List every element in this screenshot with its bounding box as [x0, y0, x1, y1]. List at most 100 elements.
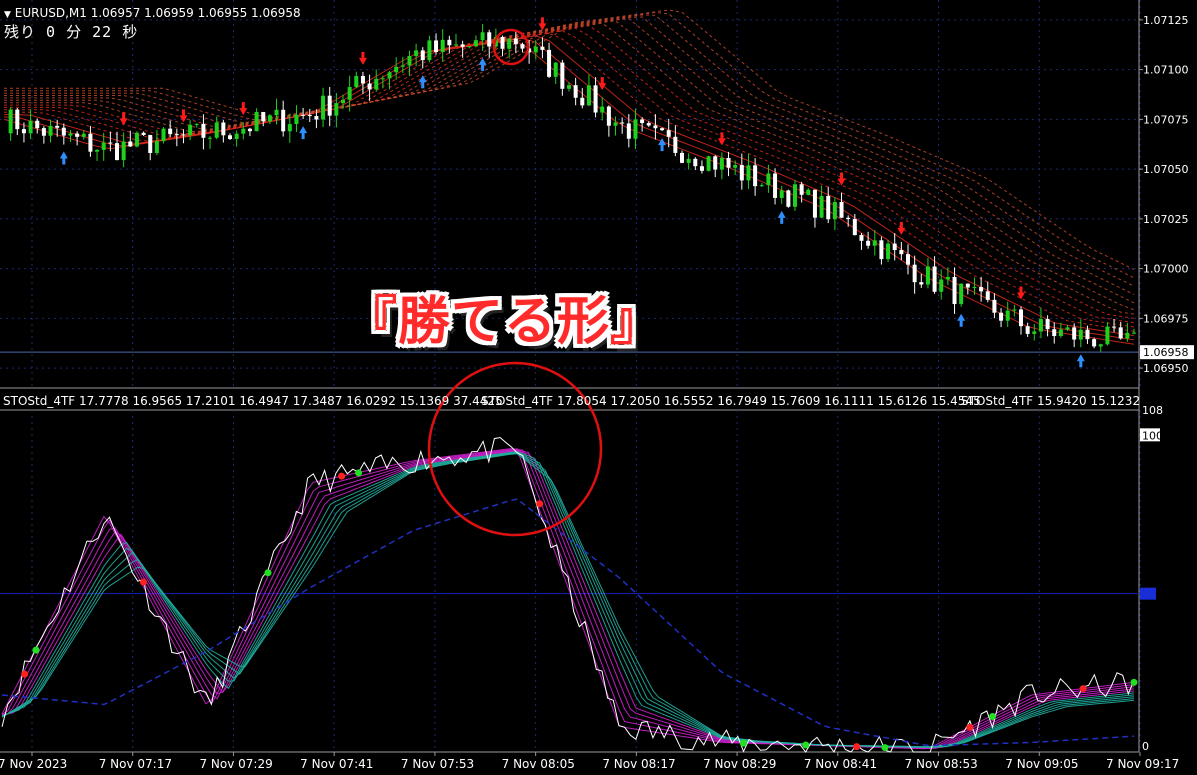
candle-body[interactable] [301, 114, 306, 116]
candle-body[interactable] [646, 123, 651, 126]
candle-body[interactable] [693, 158, 698, 167]
candle-body[interactable] [513, 38, 518, 45]
candle-body[interactable] [500, 36, 505, 49]
candle-body[interactable] [281, 109, 286, 132]
candle-body[interactable] [414, 50, 419, 57]
candle-body[interactable] [626, 123, 631, 139]
candle-body[interactable] [952, 276, 957, 305]
candle-body[interactable] [839, 202, 844, 218]
candle-body[interactable] [454, 44, 458, 46]
dropdown-triangle-icon[interactable]: ▼ [4, 10, 11, 20]
candle-body[interactable] [261, 112, 266, 122]
candle-body[interactable] [547, 49, 552, 77]
candle-body[interactable] [965, 283, 970, 288]
candle-body[interactable] [1078, 329, 1083, 340]
candle-body[interactable] [228, 135, 232, 140]
candle-body[interactable] [699, 166, 704, 171]
candle-body[interactable] [134, 132, 139, 147]
candle-body[interactable] [61, 127, 66, 136]
candle-body[interactable] [1105, 326, 1110, 345]
candle-body[interactable] [168, 128, 173, 135]
candle-body[interactable] [354, 75, 359, 88]
candle-body[interactable] [1045, 319, 1050, 330]
candle-body[interactable] [945, 276, 950, 280]
candle-body[interactable] [287, 124, 292, 132]
candle-body[interactable] [148, 134, 153, 153]
candle-body[interactable] [214, 122, 219, 138]
candle-body[interactable] [533, 46, 538, 53]
candle-body[interactable] [221, 122, 226, 136]
candle-body[interactable] [347, 87, 352, 100]
candle-body[interactable] [81, 133, 86, 137]
candle-body[interactable] [586, 85, 591, 106]
candle-body[interactable] [846, 217, 851, 220]
candle-body[interactable] [108, 142, 113, 144]
candle-body[interactable] [959, 283, 964, 305]
candle-body[interactable] [88, 133, 93, 152]
candle-body[interactable] [128, 141, 133, 147]
candle-body[interactable] [101, 142, 106, 150]
candle-body[interactable] [613, 122, 618, 126]
candle-body[interactable] [1058, 329, 1063, 337]
candle-body[interactable] [41, 128, 46, 136]
candle-body[interactable] [201, 123, 206, 138]
candle-body[interactable] [919, 282, 924, 285]
candle-body[interactable] [580, 97, 585, 106]
candle-body[interactable] [985, 291, 990, 300]
candle-body[interactable] [1098, 344, 1103, 347]
candle-body[interactable] [1052, 329, 1057, 337]
candle-body[interactable] [254, 112, 259, 132]
candle-body[interactable] [194, 123, 199, 125]
candle-body[interactable] [553, 62, 558, 77]
candle-body[interactable] [620, 122, 625, 124]
candle-body[interactable] [567, 85, 571, 89]
candle-body[interactable] [899, 250, 904, 255]
candle-body[interactable] [480, 32, 485, 41]
candle-body[interactable] [746, 165, 751, 181]
candle-body[interactable] [307, 114, 312, 117]
candle-body[interactable] [35, 120, 40, 129]
candle-body[interactable] [866, 240, 871, 246]
candle-body[interactable] [906, 254, 910, 265]
candle-body[interactable] [427, 40, 432, 61]
candle-body[interactable] [759, 185, 764, 187]
candle-body[interactable] [1025, 326, 1030, 334]
candle-body[interactable] [181, 134, 186, 136]
candle-body[interactable] [48, 125, 53, 136]
candle-body[interactable] [274, 109, 279, 116]
candle-body[interactable] [115, 143, 119, 161]
candle-body[interactable] [726, 157, 731, 168]
candle-body[interactable] [267, 115, 272, 122]
candle-body[interactable] [1065, 327, 1070, 330]
candle-body[interactable] [939, 279, 944, 292]
candle-body[interactable] [188, 124, 193, 136]
candle-body[interactable] [1012, 309, 1017, 311]
candle-body[interactable] [999, 312, 1004, 321]
candle-body[interactable] [640, 119, 645, 124]
candle-body[interactable] [573, 85, 578, 98]
candle-body[interactable] [719, 157, 724, 170]
candle-body[interactable] [1125, 332, 1130, 339]
candle-body[interactable] [1005, 310, 1010, 321]
candle-body[interactable] [314, 116, 319, 120]
candle-body[interactable] [686, 158, 691, 163]
candle-body[interactable] [912, 264, 917, 283]
candle-body[interactable] [859, 235, 864, 241]
candle-body[interactable] [680, 152, 684, 163]
candle-body[interactable] [374, 78, 379, 90]
candle-body[interactable] [95, 149, 100, 152]
candle-body[interactable] [507, 38, 512, 49]
candle-body[interactable] [241, 128, 246, 134]
candle-body[interactable] [773, 173, 778, 198]
candle-body[interactable] [28, 120, 33, 134]
candle-body[interactable] [161, 128, 166, 142]
candle-body[interactable] [208, 137, 213, 139]
candle-body[interactable] [753, 165, 758, 187]
candle-body[interactable] [327, 95, 332, 116]
candle-body[interactable] [932, 266, 937, 292]
candle-body[interactable] [673, 136, 678, 153]
candle-body[interactable] [892, 243, 897, 251]
candle-body[interactable] [467, 46, 472, 48]
candle-body[interactable] [387, 72, 392, 79]
candle-body[interactable] [633, 119, 638, 139]
